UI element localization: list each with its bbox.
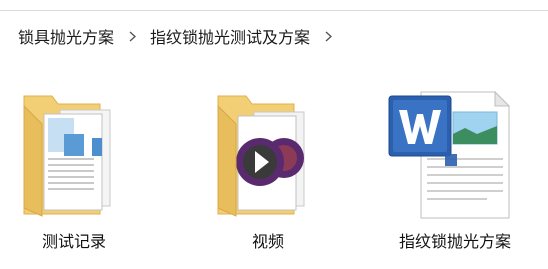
top-divider bbox=[0, 10, 548, 11]
chevron-right-icon[interactable] bbox=[322, 22, 334, 50]
file-item-test-records[interactable]: 测试记录 bbox=[4, 84, 144, 264]
breadcrumb-item-lock-polishing[interactable]: 锁具抛光方案 bbox=[18, 24, 114, 48]
file-name-label: 视频 bbox=[251, 232, 284, 251]
file-item-word-document[interactable]: 指纹锁抛光方案 bbox=[385, 84, 525, 264]
word-document-icon bbox=[385, 84, 525, 222]
file-name-label: 指纹锁抛光方案 bbox=[398, 232, 511, 251]
chevron-right-icon[interactable] bbox=[126, 22, 138, 50]
breadcrumb-item-fingerprint-lock[interactable]: 指纹锁抛光测试及方案 bbox=[150, 24, 310, 48]
file-item-video[interactable]: 视频 bbox=[198, 84, 338, 264]
file-name-label: 测试记录 bbox=[41, 232, 106, 251]
folder-with-documents-icon bbox=[4, 84, 144, 222]
folder-with-video-icon bbox=[198, 84, 338, 222]
breadcrumb: 锁具抛光方案 指纹锁抛光测试及方案 bbox=[18, 22, 346, 50]
